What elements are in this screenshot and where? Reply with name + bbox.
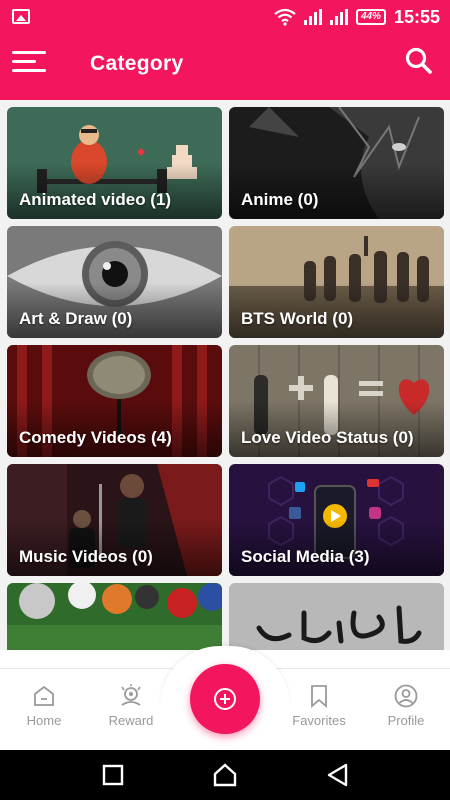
- category-tile-arabic[interactable]: [229, 583, 444, 650]
- category-tile-music-videos[interactable]: Music Videos (0): [7, 464, 222, 576]
- back-triangle-icon: [327, 763, 348, 787]
- category-label: Music Videos (0): [19, 547, 153, 566]
- category-tile-anime[interactable]: Anime (0): [229, 107, 444, 219]
- status-bar: 44% 15:55: [0, 0, 450, 34]
- category-label: Art & Draw (0): [19, 309, 133, 328]
- home-button[interactable]: [212, 762, 238, 788]
- nav-home[interactable]: Home: [4, 683, 84, 728]
- bookmark-icon: [311, 685, 327, 708]
- signal-icon: [329, 9, 348, 25]
- add-button[interactable]: [190, 664, 260, 734]
- search-button[interactable]: [404, 46, 434, 76]
- category-tile-bts-world[interactable]: BTS World (0): [229, 226, 444, 338]
- back-button[interactable]: [325, 762, 351, 788]
- reward-icon: [121, 684, 141, 706]
- profile-icon: [394, 684, 418, 708]
- category-label: Animated video (1): [19, 190, 172, 209]
- category-thumbnail: [7, 583, 222, 650]
- category-label: Comedy Videos (4): [19, 428, 172, 447]
- nav-reward-label: Reward: [108, 713, 154, 728]
- category-label: Anime (0): [241, 190, 319, 209]
- nav-profile-label: Profile: [387, 713, 425, 728]
- wifi-icon: [274, 8, 296, 26]
- category-label: Social Media (3): [241, 547, 370, 566]
- category-label: Love Video Status (0): [241, 428, 414, 447]
- menu-icon: [12, 69, 46, 72]
- home-icon: [34, 685, 54, 706]
- app-bar: Category: [0, 34, 450, 100]
- nav-favorites-label: Favorites: [292, 713, 346, 728]
- plus-circle-icon: [214, 688, 236, 710]
- menu-icon: [12, 60, 36, 63]
- nav-favorites[interactable]: Favorites: [279, 683, 359, 728]
- nav-home-label: Home: [26, 713, 62, 728]
- category-tile-love-video-status[interactable]: Love Video Status (0): [229, 345, 444, 457]
- search-icon: [405, 47, 432, 74]
- gallery-icon: [12, 9, 30, 24]
- status-time: 15:55: [393, 6, 440, 27]
- battery-indicator: 44%: [355, 9, 386, 25]
- category-thumbnail: [229, 583, 444, 650]
- square-icon: [102, 764, 124, 786]
- category-tile-sports[interactable]: [7, 583, 222, 650]
- menu-button[interactable]: [12, 49, 48, 75]
- category-tile-social-media[interactable]: Social Media (3): [229, 464, 444, 576]
- recents-button[interactable]: [100, 762, 126, 788]
- category-grid: Animated video (1) Anime (0) Art & Draw …: [0, 100, 450, 650]
- signal-icon: [303, 9, 322, 25]
- category-tile-animated-video[interactable]: Animated video (1): [7, 107, 222, 219]
- menu-icon: [12, 51, 46, 54]
- nav-profile[interactable]: Profile: [366, 683, 446, 728]
- system-nav-bar: [0, 750, 450, 800]
- category-tile-comedy-videos[interactable]: Comedy Videos (4): [7, 345, 222, 457]
- house-icon: [213, 763, 237, 787]
- page-title: Category: [90, 52, 184, 75]
- nav-reward[interactable]: Reward: [91, 683, 171, 728]
- category-label: BTS World (0): [241, 309, 354, 328]
- category-tile-art-draw[interactable]: Art & Draw (0): [7, 226, 222, 338]
